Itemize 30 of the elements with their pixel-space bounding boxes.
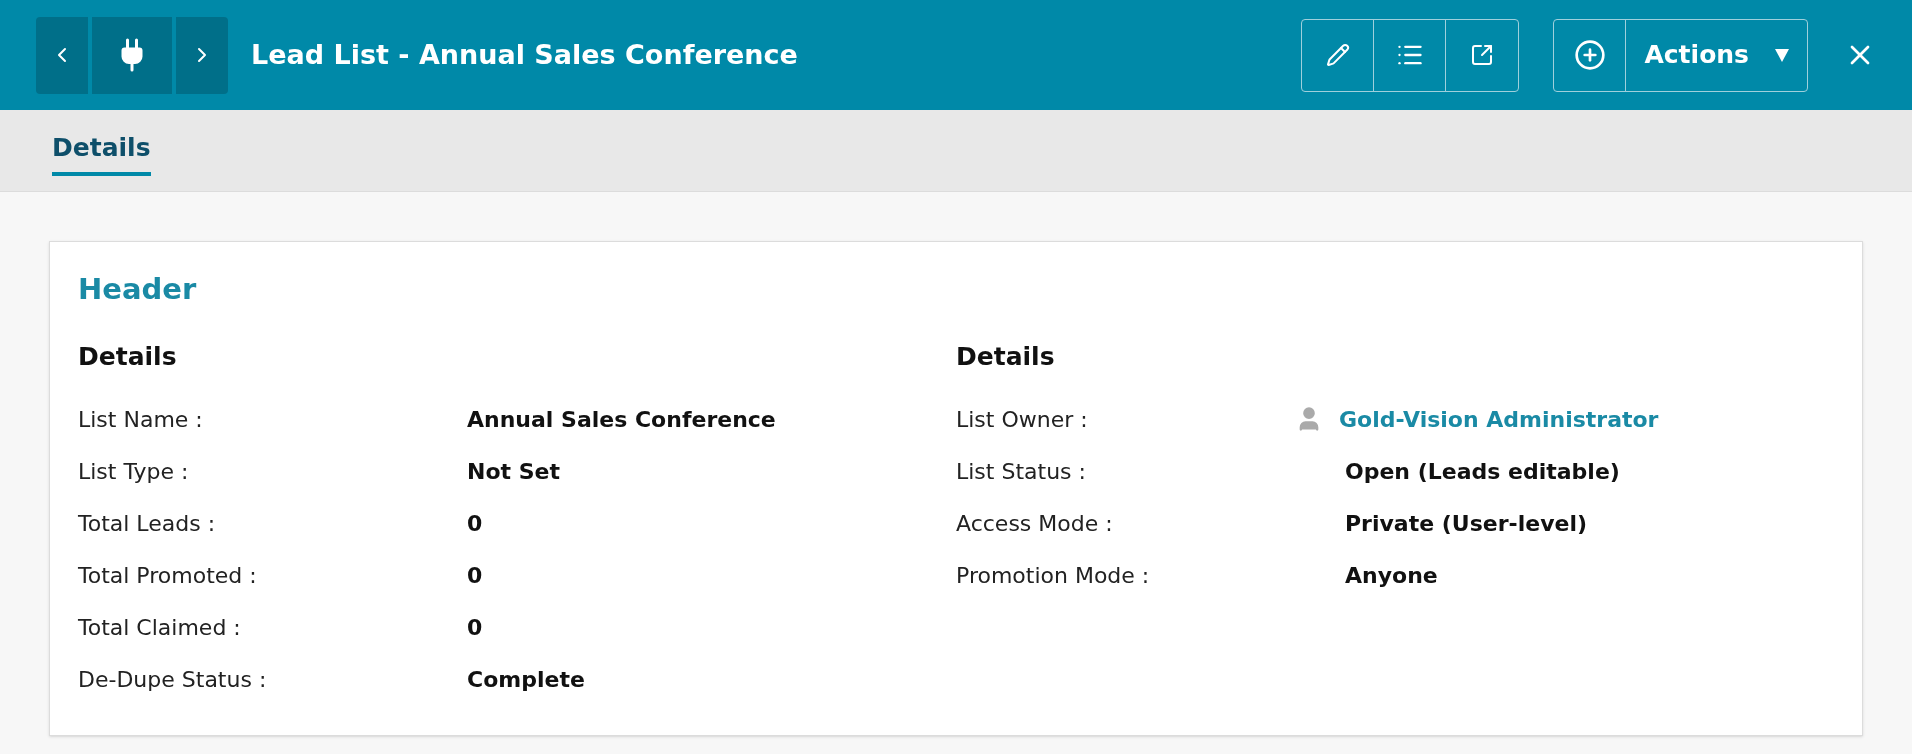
field-label: List Name : — [78, 405, 204, 434]
window-title: Lead List - Annual Sales Conference — [251, 37, 798, 72]
field-label: Access Mode : — [956, 509, 1114, 538]
owner-link[interactable]: Gold-Vision Administrator — [1339, 402, 1659, 436]
field-value: Complete — [467, 665, 585, 694]
field-value: Private (User-level) — [1345, 509, 1588, 538]
field-label: De-Dupe Status : — [78, 665, 268, 694]
field-value: Anyone — [1345, 561, 1438, 590]
external-link-icon — [1470, 43, 1495, 67]
plus-circle-icon — [1573, 39, 1606, 71]
pencil-icon — [1325, 43, 1350, 67]
section-title: Details — [78, 340, 178, 373]
field-value: Not Set — [467, 457, 560, 486]
field-label: List Type : — [78, 457, 190, 486]
field-value: 0 — [467, 613, 483, 642]
caret-icon — [1775, 48, 1789, 62]
field-label: Total Leads : — [78, 509, 217, 538]
field-value: 0 — [467, 509, 483, 538]
tab[interactable]: Details — [52, 128, 151, 176]
field-label: List Owner : — [956, 405, 1089, 434]
field-value: 0 — [467, 561, 483, 590]
field-label: Total Claimed : — [78, 613, 242, 642]
plug-button[interactable] — [92, 16, 172, 94]
field-value: Annual Sales Conference — [467, 405, 776, 434]
field-label: Total Promoted : — [78, 561, 258, 590]
card-title: Header — [78, 271, 198, 308]
field-label: Promotion Mode : — [956, 561, 1151, 590]
field-label: List Status : — [956, 457, 1087, 486]
section-title: Details — [956, 340, 1056, 373]
field-value: Open (Leads editable) — [1345, 457, 1620, 486]
